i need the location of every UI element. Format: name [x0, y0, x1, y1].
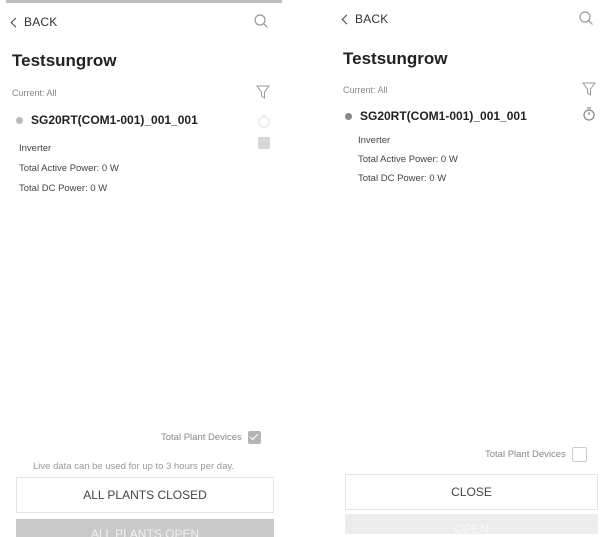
- device-name: SG20RT(COM1-001)_001_001: [31, 113, 198, 127]
- search-icon[interactable]: [578, 10, 594, 26]
- device-type: Inverter: [358, 135, 391, 146]
- top-bar: BACK: [333, 0, 600, 40]
- back-label: BACK: [355, 12, 389, 26]
- filter-icon[interactable]: [256, 85, 270, 99]
- current-filter: Current: All: [343, 85, 388, 95]
- total-plant-devices-label: Total Plant Devices: [161, 432, 242, 443]
- device-row[interactable]: SG20RT(COM1-001)_001_001: [16, 113, 198, 127]
- all-plants-closed-button[interactable]: ALL PLANTS CLOSED: [16, 477, 274, 513]
- total-plant-devices-label: Total Plant Devices: [485, 449, 566, 460]
- status-dot-icon: [345, 112, 352, 120]
- back-label: BACK: [24, 15, 58, 29]
- active-power: Total Active Power: 0 W: [358, 154, 458, 165]
- total-plant-devices-checkbox[interactable]: [571, 447, 587, 462]
- top-bar: BACK: [6, 3, 282, 43]
- plant-title: Testsungrow: [343, 49, 448, 68]
- filter-icon[interactable]: [582, 82, 596, 96]
- chevron-left-icon: [10, 17, 21, 27]
- stopwatch-icon[interactable]: [257, 113, 271, 129]
- open-button[interactable]: OPEN: [345, 514, 598, 534]
- device-toggle[interactable]: [258, 137, 270, 149]
- right-screen: BACK Testsungrow Current: All SG20RT(COM…: [333, 0, 600, 534]
- usage-note: Live data can be used for up to 3 hours …: [33, 461, 235, 472]
- search-icon[interactable]: [253, 13, 269, 29]
- back-button[interactable]: BACK: [10, 15, 58, 29]
- current-filter: Current: All: [12, 88, 57, 98]
- stopwatch-icon[interactable]: [582, 106, 596, 122]
- device-type: Inverter: [19, 143, 52, 154]
- close-button[interactable]: CLOSE: [345, 474, 598, 510]
- active-power: Total Active Power: 0 W: [19, 163, 119, 174]
- dc-power: Total DC Power: 0 W: [19, 183, 108, 194]
- device-name: SG20RT(COM1-001)_001_001: [360, 109, 527, 123]
- total-plant-devices[interactable]: Total Plant Devices: [485, 447, 587, 462]
- back-button[interactable]: BACK: [341, 12, 389, 26]
- status-dot-icon: [16, 116, 23, 124]
- total-plant-devices[interactable]: Total Plant Devices: [161, 431, 261, 444]
- plant-title: Testsungrow: [12, 51, 117, 70]
- dc-power: Total DC Power: 0 W: [358, 173, 447, 184]
- chevron-left-icon: [341, 14, 352, 24]
- total-plant-devices-checkbox[interactable]: [247, 431, 261, 444]
- device-row[interactable]: SG20RT(COM1-001)_001_001: [345, 109, 527, 123]
- all-plants-open-button[interactable]: ALL PLANTS OPEN: [16, 519, 274, 537]
- left-screen: BACK Testsungrow Current: All SG20RT(COM…: [6, 0, 282, 537]
